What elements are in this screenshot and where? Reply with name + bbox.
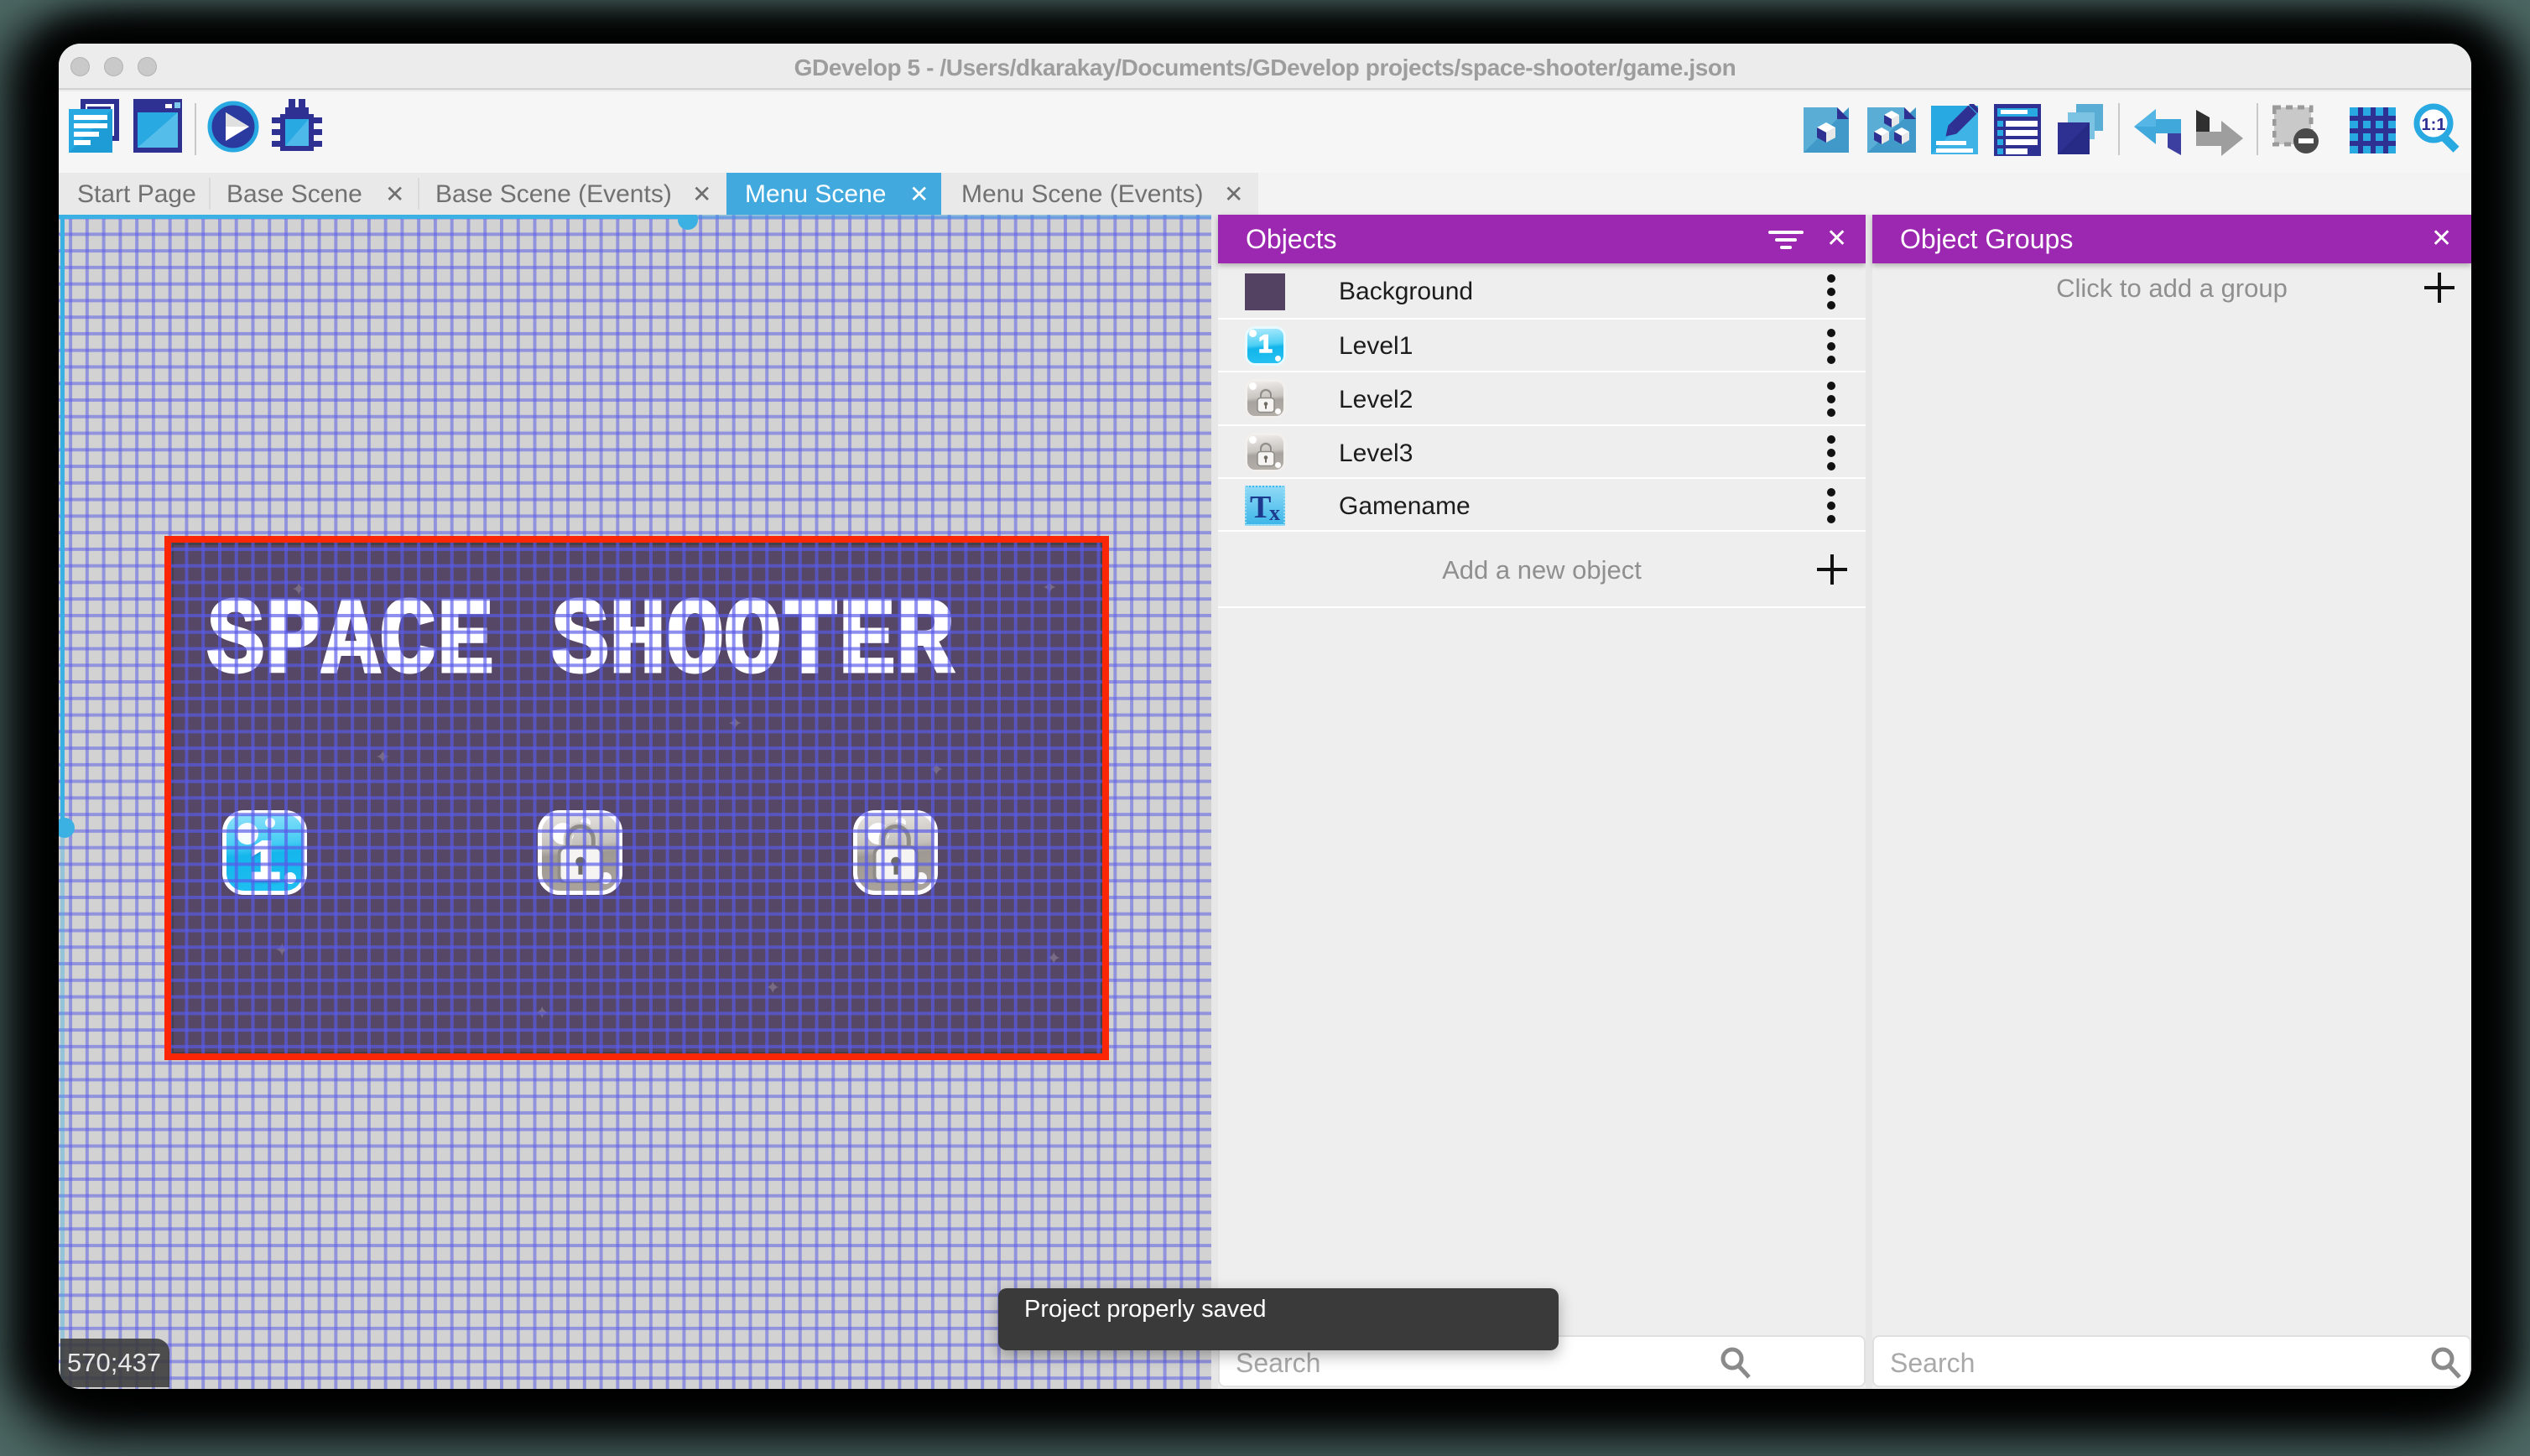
svg-text:1:1: 1:1 (2422, 116, 2446, 134)
